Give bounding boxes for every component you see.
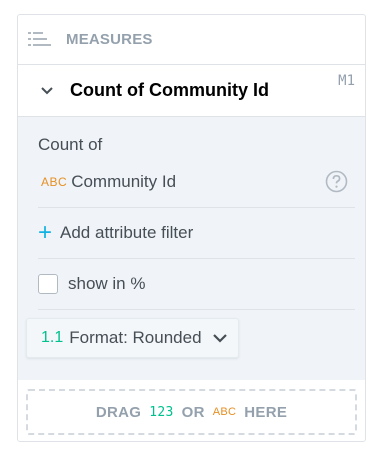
bucket-header: MEASURES	[18, 15, 365, 63]
attribute-type-icon: ABC	[41, 175, 68, 189]
chevron-down-icon[interactable]	[40, 84, 54, 98]
attribute-name: Community Id	[71, 172, 177, 191]
show-in-percent-row[interactable]: show in %	[38, 259, 345, 309]
bucket-title: MEASURES	[66, 30, 153, 48]
number-type-icon: 123	[149, 404, 174, 420]
add-attribute-filter-button[interactable]: + Add attribute filter	[38, 208, 345, 258]
format-icon: 1.1	[41, 329, 64, 346]
attribute-row: ABC Community Id	[38, 168, 348, 196]
measure-sequence-label: M1	[338, 73, 355, 89]
drop-zone[interactable]: DRAG 123 OR ABC HERE	[26, 389, 357, 435]
show-in-percent-label: show in %	[68, 274, 146, 293]
drop-zone-here-label: HERE	[244, 403, 288, 421]
measure-item-body: Count of ABC Community Id + Add attribut…	[18, 135, 365, 358]
measure-title: Count of Community Id	[70, 80, 269, 100]
chevron-down-icon	[212, 334, 227, 343]
format-label: Format: Rounded	[69, 328, 202, 347]
measure-item: Count of Community Id M1 Count of ABC Co…	[18, 64, 365, 380]
drop-zone-drag-label: DRAG	[95, 403, 142, 421]
plus-icon: +	[38, 219, 53, 246]
measures-icon	[28, 32, 51, 46]
measures-bucket: MEASURES Count of Community Id M1 Count …	[17, 14, 366, 442]
measure-item-header[interactable]: Count of Community Id M1	[18, 65, 365, 117]
add-attribute-filter-label: Add attribute filter	[60, 223, 194, 242]
attribute-type-icon: ABC	[212, 406, 237, 418]
format-row: 1.1 Format: Rounded	[26, 310, 345, 358]
format-dropdown-button[interactable]: 1.1 Format: Rounded	[26, 318, 239, 358]
count-of-label: Count of	[38, 135, 103, 154]
help-icon[interactable]	[325, 170, 348, 193]
drop-zone-or-label: OR	[181, 403, 205, 421]
show-in-percent-checkbox[interactable]	[38, 274, 58, 294]
